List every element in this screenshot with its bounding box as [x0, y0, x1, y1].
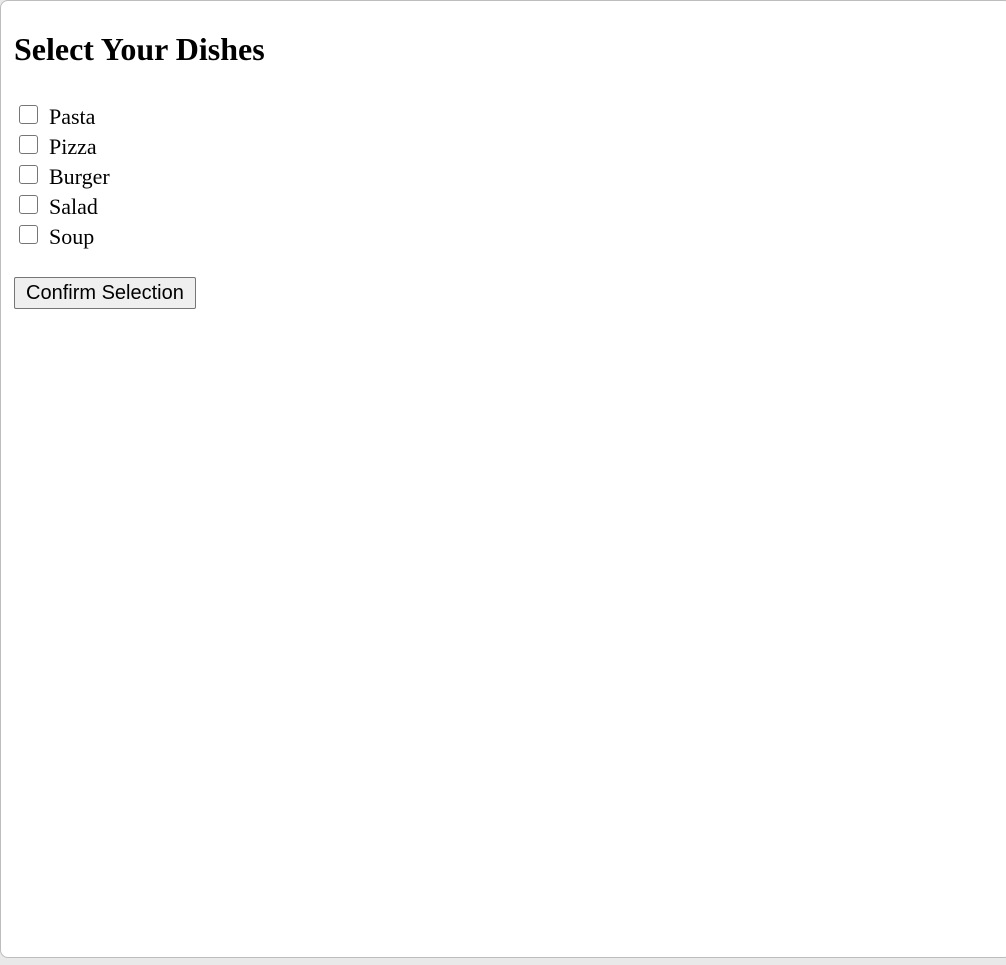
dish-label[interactable]: Pasta — [49, 102, 95, 132]
dish-label[interactable]: Burger — [49, 162, 110, 192]
dish-checkbox-pasta[interactable] — [19, 104, 38, 124]
dish-list: Pasta Pizza Burger Salad Soup — [14, 101, 314, 251]
dish-checkbox-salad[interactable] — [19, 194, 38, 214]
page-title: Select Your Dishes — [14, 31, 265, 67]
list-item: Soup — [14, 221, 314, 251]
dish-label[interactable]: Soup — [49, 222, 94, 252]
dish-label[interactable]: Pizza — [49, 132, 97, 162]
list-item: Pizza — [14, 131, 314, 161]
list-item: Burger — [14, 161, 314, 191]
list-item: Salad — [14, 191, 314, 221]
browser-viewport: Select Your Dishes Pasta Pizza Burger Sa… — [0, 0, 1006, 958]
dish-checkbox-soup[interactable] — [19, 224, 38, 244]
list-item: Pasta — [14, 101, 314, 131]
dish-checkbox-pizza[interactable] — [19, 134, 38, 154]
dish-label[interactable]: Salad — [49, 192, 98, 222]
confirm-selection-button[interactable]: Confirm Selection — [14, 277, 196, 309]
dish-checkbox-burger[interactable] — [19, 164, 38, 184]
